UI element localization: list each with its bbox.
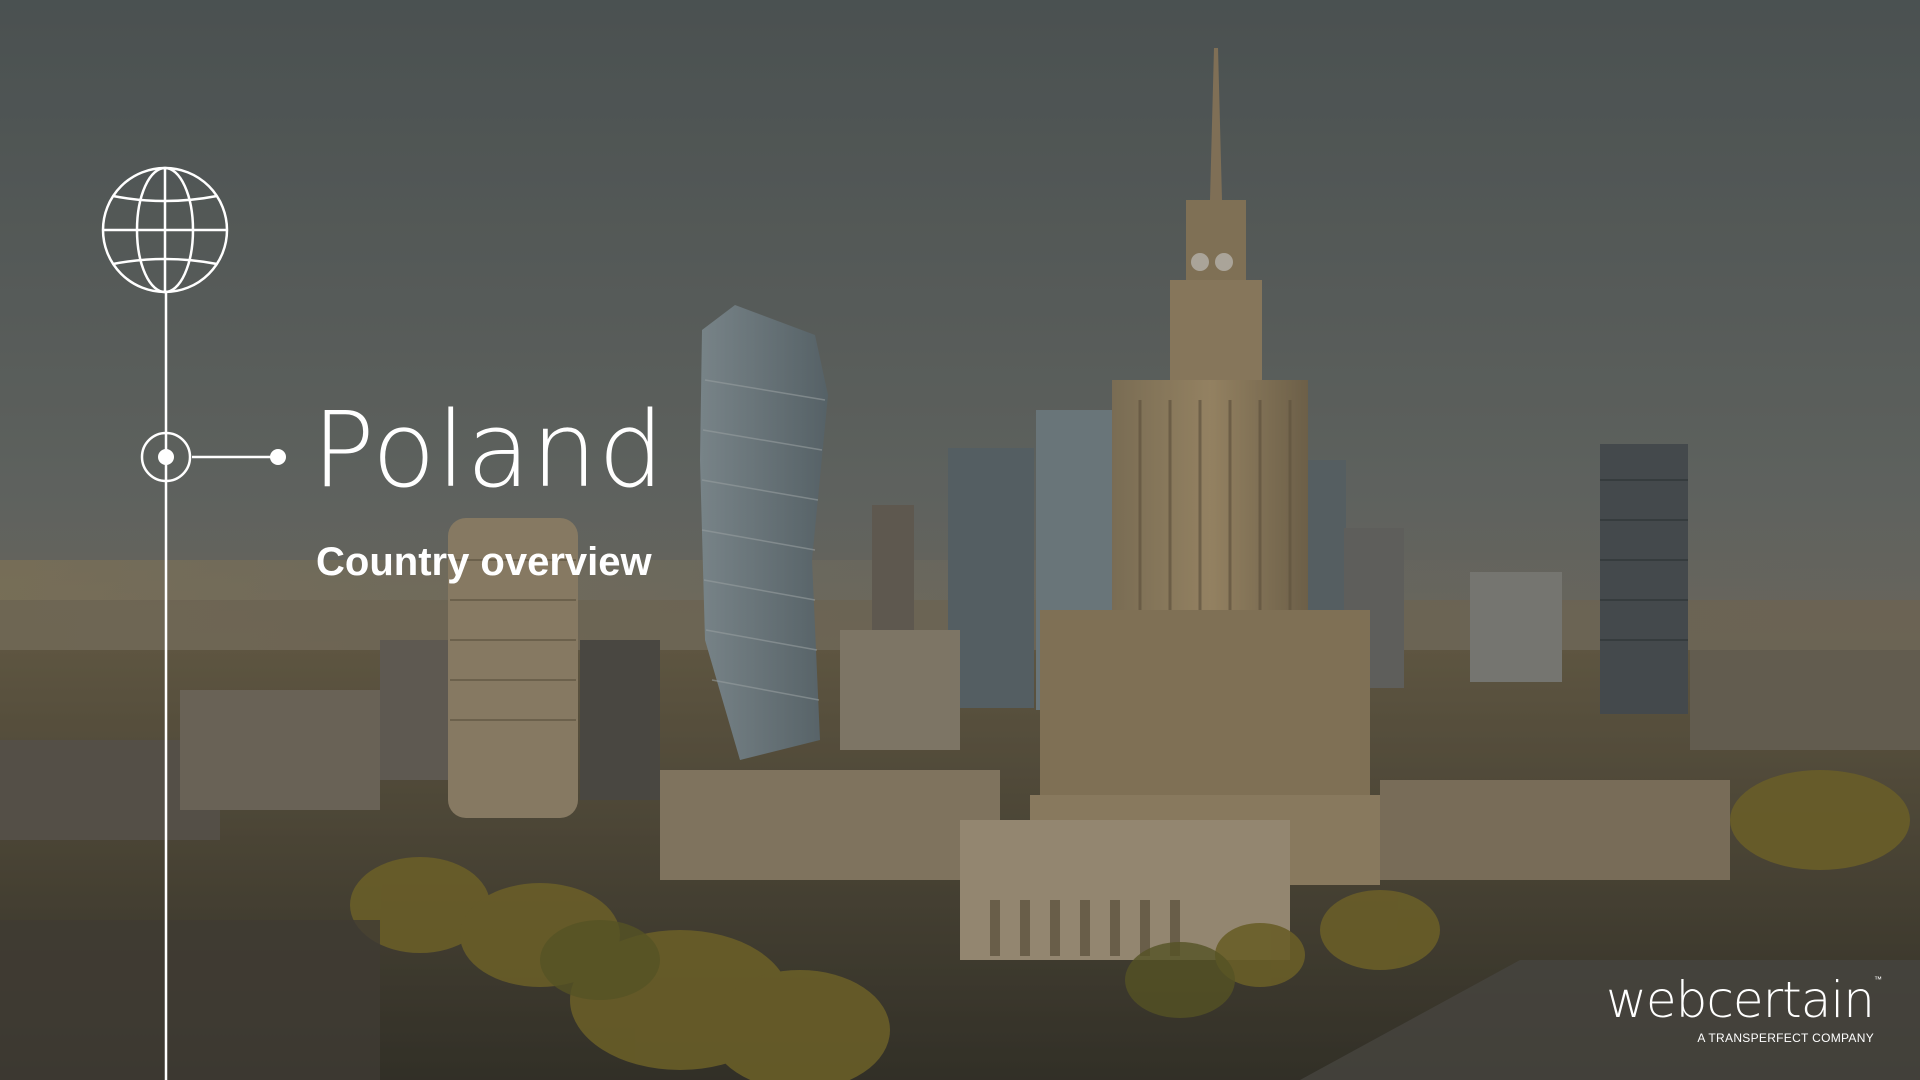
logo-tagline: A TRANSPERFECT COMPANY bbox=[1697, 1031, 1874, 1045]
timeline-graphic bbox=[101, 166, 286, 1080]
webcertain-logo: webcertain ™ A TRANSPERFECT COMPANY bbox=[1552, 975, 1882, 1047]
slide-subtitle: Country overview bbox=[316, 540, 652, 584]
logo-wordmark: webcertain bbox=[1605, 971, 1875, 1029]
title-slide: Poland Country overview webcertain ™ A T… bbox=[0, 0, 1920, 1080]
globe-icon bbox=[101, 166, 229, 294]
slide-title: Poland bbox=[312, 389, 666, 511]
target-node-icon bbox=[140, 431, 286, 483]
logo-trademark: ™ bbox=[1874, 975, 1882, 984]
